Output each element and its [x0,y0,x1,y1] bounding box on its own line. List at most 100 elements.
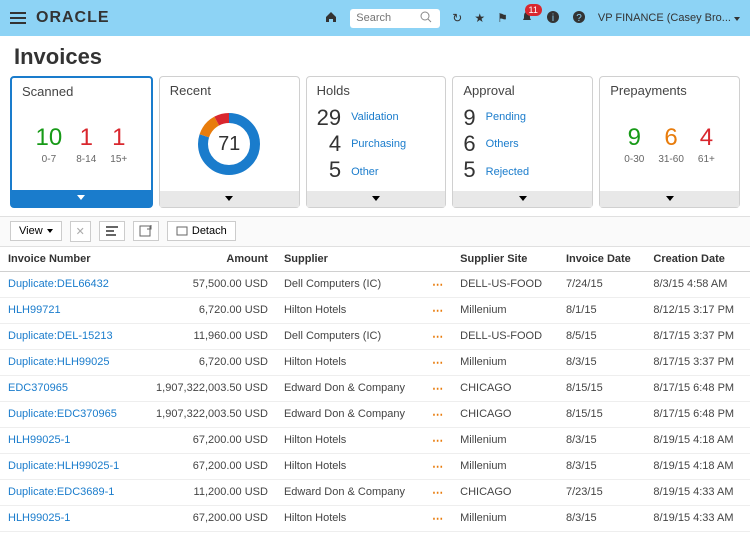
table-row[interactable]: Duplicate:EDC3689-111,200.00 USDEdward D… [0,479,750,505]
cell-amount: 6,720.00 USD [138,349,276,375]
invoice-link[interactable]: HLH99025-1 [0,427,138,453]
cell-amount: 67,200.00 USD [138,427,276,453]
cell-site: DELL-US-FOOD [452,323,558,349]
invoice-link[interactable]: Duplicate:EDC3689-1 [0,479,138,505]
invoice-link[interactable]: EDC370965 [0,375,138,401]
row-actions-icon[interactable]: ⋯ [432,409,444,421]
table-row[interactable]: HLH99025-167,200.00 USDHilton Hotels⋯Mil… [0,427,750,453]
table-row[interactable]: HLH997216,720.00 USDHilton Hotels⋯Millen… [0,297,750,323]
card-title: Holds [307,77,446,102]
card-expand[interactable] [12,190,151,206]
row-actions-icon[interactable]: ⋯ [432,383,444,395]
column-header[interactable]: Invoice Number [0,247,138,272]
invoice-link[interactable]: Duplicate:DEL-15213 [0,323,138,349]
bell-icon[interactable]: 11 [520,10,534,27]
invoice-link[interactable]: HLH99721 [0,297,138,323]
metric-label[interactable]: Other [351,166,406,178]
row-actions-icon[interactable]: ⋯ [432,461,444,473]
cell-supplier: Hilton Hotels [276,297,424,323]
brand-logo: ORACLE [36,9,110,27]
row-actions-icon[interactable]: ⋯ [432,331,444,343]
search-box[interactable] [350,9,440,28]
column-header[interactable]: Creation Date [645,247,750,272]
flag-icon[interactable]: ⚑ [497,11,508,25]
metric-label[interactable]: Pending [486,111,529,123]
metric-sub: 0-7 [36,154,63,165]
invoice-link[interactable]: HLH99025-1 [0,505,138,531]
column-header[interactable]: Supplier Site [452,247,558,272]
cell-invoice-date: 8/15/15 [558,401,645,427]
export-button[interactable] [133,221,159,241]
card-prepayments[interactable]: Prepayments 90-30631-60461+ [599,76,740,208]
invoice-link[interactable]: Duplicate:HLH99025-1 [0,453,138,479]
chevron-down-icon [666,196,674,201]
search-icon[interactable] [420,11,432,26]
menu-icon[interactable] [10,11,26,25]
view-menu[interactable]: View [10,221,62,241]
card-expand[interactable] [453,191,592,207]
metric-label[interactable]: Others [486,138,529,150]
card-recent[interactable]: Recent 71 [159,76,300,208]
chevron-down-icon [225,196,233,201]
card-approval[interactable]: Approval 965PendingOthersRejected [452,76,593,208]
metric-value: 6 [658,124,684,152]
card-holds[interactable]: Holds 2945ValidationPurchasingOther [306,76,447,208]
column-header[interactable]: Invoice Date [558,247,645,272]
cell-supplier: Edward Don & Company [276,375,424,401]
cell-site: Millenium [452,427,558,453]
metric-label[interactable]: Validation [351,111,406,123]
card-expand[interactable] [600,191,739,207]
detach-button[interactable]: Detach [167,221,236,241]
row-actions-icon[interactable]: ⋯ [432,435,444,447]
invoice-link[interactable]: Duplicate:EDC370965 [0,401,138,427]
cell-invoice-date: 8/1/15 [558,297,645,323]
cell-supplier: Hilton Hotels [276,349,424,375]
metric-value: 4 [329,132,341,156]
card-expand[interactable] [307,191,446,207]
table-row[interactable]: HLH99025-167,200.00 USDHilton Hotels⋯Mil… [0,505,750,531]
metric-sub: 8-14 [76,154,96,165]
row-actions-icon[interactable]: ⋯ [432,487,444,499]
table-row[interactable]: Duplicate:HLH990256,720.00 USDHilton Hot… [0,349,750,375]
cell-creation-date: 8/19/15 4:33 AM [645,505,750,531]
metric-value: 9 [463,106,475,130]
invoice-link[interactable]: Duplicate:HLH99025 [0,349,138,375]
info-icon[interactable]: i [546,10,560,27]
cell-creation-date: 8/19/15 4:33 AM [645,479,750,505]
cell-supplier: Dell Computers (IC) [276,271,424,297]
metric-label[interactable]: Purchasing [351,138,406,150]
format-button[interactable] [99,221,125,241]
table-row[interactable]: Duplicate:HLH99025-167,200.00 USDHilton … [0,453,750,479]
delete-button[interactable]: ✕ [70,221,91,242]
page-title: Invoices [0,36,750,76]
table-row[interactable]: Duplicate:EDC3709651,907,322,003.50 USDE… [0,401,750,427]
row-actions-icon[interactable]: ⋯ [432,513,444,525]
user-menu[interactable]: VP FINANCE (Casey Bro... [598,12,740,24]
metric-value: 1 [76,124,96,152]
row-actions-icon[interactable]: ⋯ [432,279,444,291]
cell-site: CHICAGO [452,375,558,401]
table-row[interactable]: EDC3709651,907,322,003.50 USDEdward Don … [0,375,750,401]
table-row[interactable]: Duplicate:DEL6643257,500.00 USDDell Comp… [0,271,750,297]
topbar: ORACLE ↻ ★ ⚑ 11 i ? VP FINANCE (Casey Br… [0,0,750,36]
star-icon[interactable]: ★ [474,11,485,25]
card-scanned[interactable]: Scanned 100-718-14115+ [10,76,153,208]
metric-value: 6 [463,132,475,156]
cell-amount: 67,200.00 USD [138,453,276,479]
row-actions-icon[interactable]: ⋯ [432,357,444,369]
chevron-down-icon [519,196,527,201]
help-icon[interactable]: ? [572,10,586,27]
home-icon[interactable] [324,10,338,27]
cell-site: Millenium [452,349,558,375]
column-header[interactable]: Supplier [276,247,424,272]
column-header[interactable]: Amount [138,247,276,272]
refresh-icon[interactable]: ↻ [452,11,462,25]
table-row[interactable]: Duplicate:DEL-1521311,960.00 USDDell Com… [0,323,750,349]
search-input[interactable] [356,12,416,24]
row-actions-icon[interactable]: ⋯ [432,305,444,317]
metric-value: 5 [463,158,475,182]
invoice-link[interactable]: Duplicate:DEL66432 [0,271,138,297]
metric-label[interactable]: Rejected [486,166,529,178]
column-header[interactable] [424,247,452,272]
card-expand[interactable] [160,191,299,207]
